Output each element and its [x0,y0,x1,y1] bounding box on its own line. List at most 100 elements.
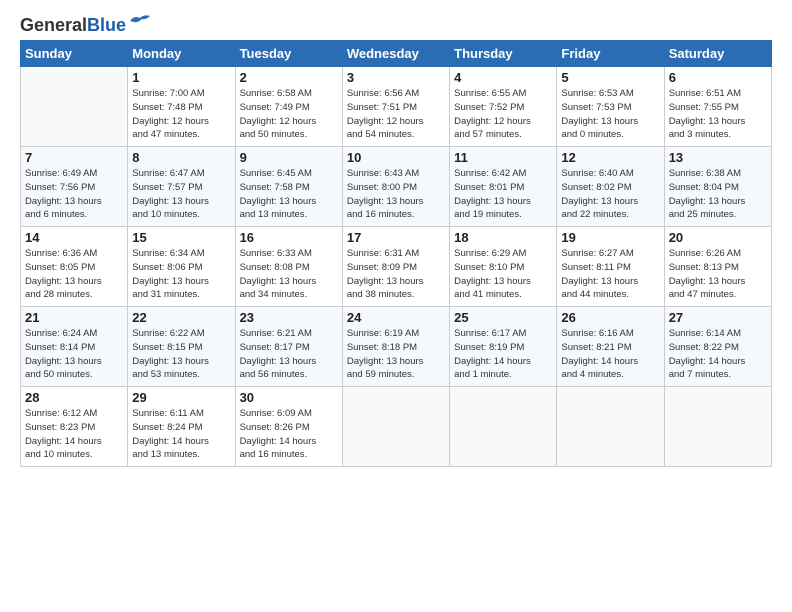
day-info: Sunrise: 6:43 AM Sunset: 8:00 PM Dayligh… [347,167,445,222]
day-number: 28 [25,390,123,405]
week-row-4: 21 Sunrise: 6:24 AM Sunset: 8:14 PM Dayli… [21,307,772,387]
day-number: 25 [454,310,552,325]
calendar-cell [342,387,449,467]
calendar-cell: 30Sunrise: 6:09 AM Sunset: 8:26 PM Dayli… [235,387,342,467]
calendar-cell: 9 Sunrise: 6:45 AM Sunset: 7:58 PM Daylig… [235,147,342,227]
calendar-cell: 16 Sunrise: 6:33 AM Sunset: 8:08 PM Dayli… [235,227,342,307]
day-number: 26 [561,310,659,325]
logo-text: GeneralBlue [20,16,126,34]
day-number: 12 [561,150,659,165]
day-number: 20 [669,230,767,245]
logo-general: General [20,15,87,35]
calendar-cell: 22 Sunrise: 6:22 AM Sunset: 8:15 PM Dayli… [128,307,235,387]
day-info: Sunrise: 6:31 AM Sunset: 8:09 PM Dayligh… [347,247,445,302]
day-info: Sunrise: 6:27 AM Sunset: 8:11 PM Dayligh… [561,247,659,302]
day-number: 13 [669,150,767,165]
day-number: 27 [669,310,767,325]
calendar-cell: 14 Sunrise: 6:36 AM Sunset: 8:05 PM Dayli… [21,227,128,307]
calendar-cell: 26 Sunrise: 6:16 AM Sunset: 8:21 PM Dayli… [557,307,664,387]
calendar-cell: 8Sunrise: 6:47 AM Sunset: 7:57 PM Daylig… [128,147,235,227]
day-number: 24 [347,310,445,325]
day-number: 3 [347,70,445,85]
day-info: Sunrise: 6:24 AM Sunset: 8:14 PM Dayligh… [25,327,123,382]
day-info: Sunrise: 6:12 AM Sunset: 8:23 PM Dayligh… [25,407,123,462]
calendar-cell: 24Sunrise: 6:19 AM Sunset: 8:18 PM Dayli… [342,307,449,387]
day-number: 16 [240,230,338,245]
day-number: 11 [454,150,552,165]
day-info: Sunrise: 6:40 AM Sunset: 8:02 PM Dayligh… [561,167,659,222]
day-number: 18 [454,230,552,245]
day-number: 14 [25,230,123,245]
day-info: Sunrise: 6:22 AM Sunset: 8:15 PM Dayligh… [132,327,230,382]
calendar-cell: 7Sunrise: 6:49 AM Sunset: 7:56 PM Daylig… [21,147,128,227]
calendar-cell: 20 Sunrise: 6:26 AM Sunset: 8:13 PM Dayli… [664,227,771,307]
day-info: Sunrise: 6:14 AM Sunset: 8:22 PM Dayligh… [669,327,767,382]
day-number: 5 [561,70,659,85]
logo-bird-icon [128,13,150,29]
day-number: 22 [132,310,230,325]
day-number: 21 [25,310,123,325]
day-info: Sunrise: 6:34 AM Sunset: 8:06 PM Dayligh… [132,247,230,302]
day-info: Sunrise: 6:45 AM Sunset: 7:58 PM Dayligh… [240,167,338,222]
logo-blue: Blue [87,15,126,35]
calendar-cell: 6Sunrise: 6:51 AM Sunset: 7:55 PM Daylig… [664,67,771,147]
day-info: Sunrise: 7:00 AM Sunset: 7:48 PM Dayligh… [132,87,230,142]
day-info: Sunrise: 6:11 AM Sunset: 8:24 PM Dayligh… [132,407,230,462]
day-info: Sunrise: 6:33 AM Sunset: 8:08 PM Dayligh… [240,247,338,302]
calendar-cell: 21 Sunrise: 6:24 AM Sunset: 8:14 PM Dayli… [21,307,128,387]
day-info: Sunrise: 6:42 AM Sunset: 8:01 PM Dayligh… [454,167,552,222]
day-info: Sunrise: 6:16 AM Sunset: 8:21 PM Dayligh… [561,327,659,382]
day-info: Sunrise: 6:29 AM Sunset: 8:10 PM Dayligh… [454,247,552,302]
day-number: 19 [561,230,659,245]
page: GeneralBlue SundayMondayTuesdayWednesday… [0,0,792,612]
day-number: 29 [132,390,230,405]
calendar-cell: 5 Sunrise: 6:53 AM Sunset: 7:53 PM Daylig… [557,67,664,147]
calendar-cell: 18 Sunrise: 6:29 AM Sunset: 8:10 PM Dayli… [450,227,557,307]
day-info: Sunrise: 6:36 AM Sunset: 8:05 PM Dayligh… [25,247,123,302]
week-row-2: 7Sunrise: 6:49 AM Sunset: 7:56 PM Daylig… [21,147,772,227]
calendar-cell: 1 Sunrise: 7:00 AM Sunset: 7:48 PM Daylig… [128,67,235,147]
calendar-cell: 23Sunrise: 6:21 AM Sunset: 8:17 PM Dayli… [235,307,342,387]
header: GeneralBlue [20,16,772,34]
calendar-cell: 28 Sunrise: 6:12 AM Sunset: 8:23 PM Dayli… [21,387,128,467]
week-row-3: 14 Sunrise: 6:36 AM Sunset: 8:05 PM Dayli… [21,227,772,307]
weekday-header-saturday: Saturday [664,41,771,67]
day-number: 7 [25,150,123,165]
day-number: 1 [132,70,230,85]
day-info: Sunrise: 6:58 AM Sunset: 7:49 PM Dayligh… [240,87,338,142]
day-number: 23 [240,310,338,325]
weekday-header-tuesday: Tuesday [235,41,342,67]
day-number: 2 [240,70,338,85]
week-row-1: 1 Sunrise: 7:00 AM Sunset: 7:48 PM Daylig… [21,67,772,147]
day-number: 9 [240,150,338,165]
weekday-header-friday: Friday [557,41,664,67]
weekday-header-monday: Monday [128,41,235,67]
day-info: Sunrise: 6:26 AM Sunset: 8:13 PM Dayligh… [669,247,767,302]
calendar-cell: 3 Sunrise: 6:56 AM Sunset: 7:51 PM Daylig… [342,67,449,147]
day-info: Sunrise: 6:56 AM Sunset: 7:51 PM Dayligh… [347,87,445,142]
calendar-cell: 13 Sunrise: 6:38 AM Sunset: 8:04 PM Dayli… [664,147,771,227]
calendar-cell: 2 Sunrise: 6:58 AM Sunset: 7:49 PM Daylig… [235,67,342,147]
calendar-cell: 15Sunrise: 6:34 AM Sunset: 8:06 PM Dayli… [128,227,235,307]
logo: GeneralBlue [20,16,150,34]
week-row-5: 28 Sunrise: 6:12 AM Sunset: 8:23 PM Dayli… [21,387,772,467]
calendar-cell: 4Sunrise: 6:55 AM Sunset: 7:52 PM Daylig… [450,67,557,147]
weekday-header-wednesday: Wednesday [342,41,449,67]
calendar-cell: 29 Sunrise: 6:11 AM Sunset: 8:24 PM Dayli… [128,387,235,467]
weekday-header-row: SundayMondayTuesdayWednesdayThursdayFrid… [21,41,772,67]
weekday-header-sunday: Sunday [21,41,128,67]
day-info: Sunrise: 6:47 AM Sunset: 7:57 PM Dayligh… [132,167,230,222]
day-info: Sunrise: 6:53 AM Sunset: 7:53 PM Dayligh… [561,87,659,142]
day-number: 17 [347,230,445,245]
day-number: 10 [347,150,445,165]
day-info: Sunrise: 6:55 AM Sunset: 7:52 PM Dayligh… [454,87,552,142]
calendar-cell [450,387,557,467]
day-number: 30 [240,390,338,405]
weekday-header-thursday: Thursday [450,41,557,67]
calendar-cell: 17 Sunrise: 6:31 AM Sunset: 8:09 PM Dayli… [342,227,449,307]
calendar-cell: 19 Sunrise: 6:27 AM Sunset: 8:11 PM Dayli… [557,227,664,307]
calendar-cell: 27 Sunrise: 6:14 AM Sunset: 8:22 PM Dayli… [664,307,771,387]
calendar: SundayMondayTuesdayWednesdayThursdayFrid… [20,40,772,467]
day-info: Sunrise: 6:38 AM Sunset: 8:04 PM Dayligh… [669,167,767,222]
calendar-cell: 25Sunrise: 6:17 AM Sunset: 8:19 PM Dayli… [450,307,557,387]
